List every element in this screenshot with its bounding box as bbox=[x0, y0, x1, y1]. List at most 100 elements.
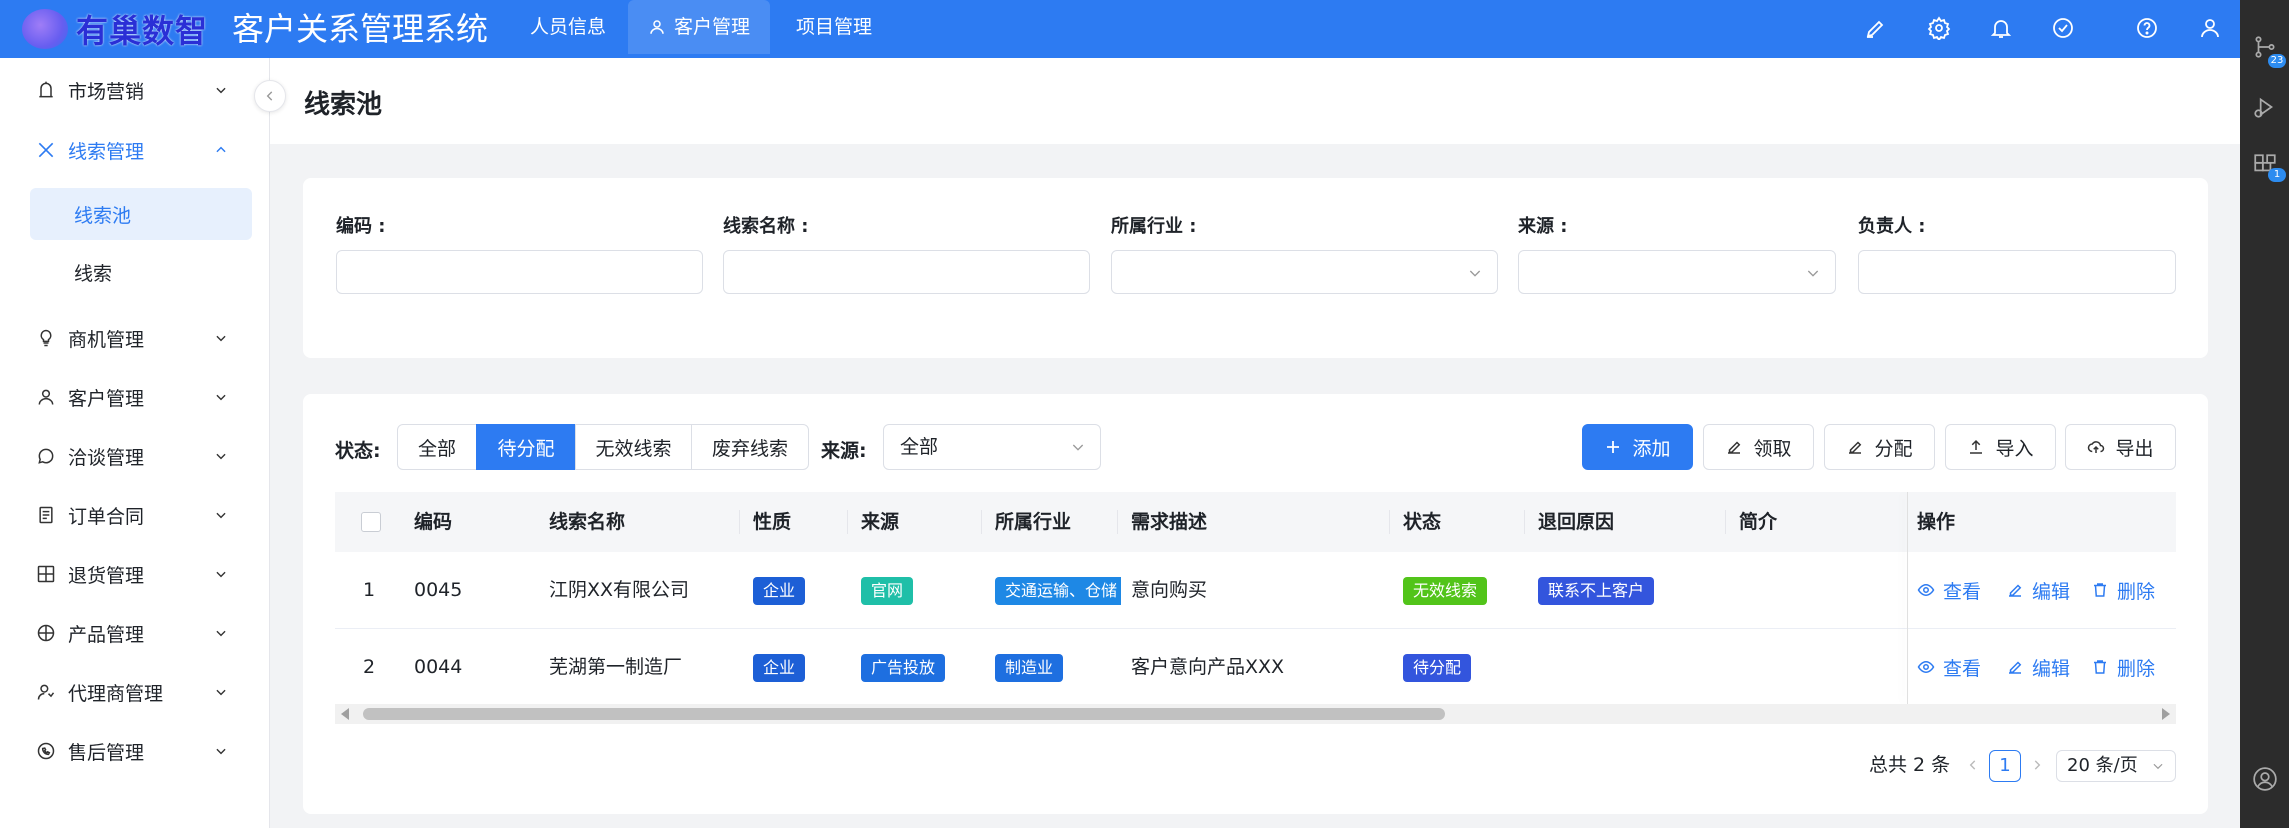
industry-tag: 交通运输、仓储 bbox=[995, 577, 1121, 605]
page-header: 线索池 bbox=[270, 58, 2240, 144]
sidebar-item-label: 洽谈管理 bbox=[68, 446, 145, 469]
owner-input[interactable] bbox=[1858, 250, 2176, 294]
delete-action[interactable]: 删除 bbox=[2091, 629, 2155, 704]
code-input[interactable] bbox=[336, 250, 703, 294]
source-select[interactable] bbox=[1518, 250, 1836, 294]
import-button-label: 导入 bbox=[1995, 437, 2034, 460]
sidebar-item-label: 产品管理 bbox=[68, 623, 145, 646]
nav-project[interactable]: 项目管理 bbox=[776, 0, 892, 54]
page-1-button[interactable]: 1 bbox=[1989, 750, 2021, 782]
marketing-icon bbox=[39, 81, 53, 98]
assign-button-label: 分配 bbox=[1874, 437, 1913, 460]
sidebar-item-label: 售后管理 bbox=[68, 741, 145, 764]
table-row: 2 0044 芜湖第一制造厂 企业 广告投放 制造业 客户意向产品XXX 待分配… bbox=[335, 629, 2176, 704]
sidebar-item-negotiation[interactable]: 洽谈管理 bbox=[0, 428, 270, 484]
edit-icon bbox=[2009, 584, 2022, 597]
source-tag: 官网 bbox=[861, 577, 914, 605]
claim-button[interactable]: 领取 bbox=[1703, 424, 1814, 470]
scroll-right-icon[interactable] bbox=[2162, 708, 2170, 720]
view-action[interactable]: 查看 bbox=[1917, 552, 1981, 628]
delete-label: 删除 bbox=[2117, 657, 2156, 680]
chevron-down-icon bbox=[216, 630, 226, 637]
check-circle-icon[interactable] bbox=[2051, 16, 2075, 40]
status-tag: 待分配 bbox=[1403, 654, 1472, 682]
sidebar-item-opportunity[interactable]: 商机管理 bbox=[0, 310, 270, 366]
status-discarded-tab[interactable]: 废弃线索 bbox=[691, 424, 809, 470]
nav-customer-label: 客户管理 bbox=[674, 16, 751, 38]
sidebar-item-returns[interactable]: 退货管理 bbox=[0, 546, 270, 602]
help-icon[interactable] bbox=[2135, 16, 2159, 40]
scrollbar-thumb[interactable] bbox=[363, 708, 1445, 720]
sidebar-item-customer[interactable]: 客户管理 bbox=[0, 369, 270, 425]
status-invalid-tab[interactable]: 无效线索 bbox=[575, 424, 692, 470]
page-size-value: 20 条/页 bbox=[2067, 755, 2138, 776]
export-button-label: 导出 bbox=[2115, 437, 2154, 460]
lead-table: 编码 线索名称 性质 来源 所属行业 需求描述 状态 退回原因 简介 操作 1 … bbox=[335, 492, 2176, 704]
eye-icon bbox=[1917, 583, 1935, 597]
chevron-left-icon[interactable] bbox=[1966, 758, 1980, 772]
col-divider bbox=[739, 510, 740, 534]
user-icon bbox=[650, 20, 664, 34]
sidebar-item-lead[interactable]: 线索 bbox=[30, 246, 252, 298]
sidebar-item-label: 退货管理 bbox=[68, 564, 145, 587]
edit-action[interactable]: 编辑 bbox=[2006, 629, 2070, 704]
industry-label: 所属行业 : bbox=[1111, 216, 1197, 237]
scroll-left-icon[interactable] bbox=[341, 708, 349, 720]
col-name: 线索名称 bbox=[549, 511, 626, 533]
page-size-select[interactable]: 20 条/页 bbox=[2056, 750, 2176, 782]
sidebar-item-after-sales[interactable]: 售后管理 bbox=[0, 723, 270, 779]
sidebar-collapse-button[interactable] bbox=[254, 80, 286, 112]
edit-icon bbox=[2009, 661, 2022, 674]
user-icon[interactable] bbox=[2198, 16, 2222, 40]
sidebar-item-products[interactable]: 产品管理 bbox=[0, 605, 270, 661]
sidebar-item-lead-pool[interactable]: 线索池 bbox=[30, 188, 252, 240]
logo-mark bbox=[22, 9, 68, 49]
toolbar-source-select[interactable]: 全部 bbox=[883, 424, 1101, 470]
chevron-down-icon bbox=[1072, 444, 1084, 451]
run-debug-icon[interactable] bbox=[2252, 94, 2278, 120]
sidebar-item-label: 线索管理 bbox=[68, 140, 145, 163]
col-industry: 所属行业 bbox=[995, 511, 1072, 533]
edit-icon bbox=[1849, 441, 1862, 454]
delete-action[interactable]: 删除 bbox=[2091, 552, 2155, 628]
add-button[interactable]: 添加 bbox=[1582, 424, 1693, 470]
col-divider bbox=[1524, 510, 1525, 534]
horizontal-scrollbar[interactable] bbox=[335, 704, 2176, 724]
industry-select[interactable] bbox=[1111, 250, 1498, 294]
col-nature: 性质 bbox=[753, 511, 792, 533]
import-button[interactable]: 导入 bbox=[1945, 424, 2056, 470]
edit-label: 编辑 bbox=[2032, 657, 2071, 680]
sidebar-item-leads[interactable]: 线索管理 bbox=[0, 122, 270, 178]
source-label: 来源 : bbox=[1518, 216, 1568, 237]
chevron-right-icon[interactable] bbox=[2030, 758, 2044, 772]
gear-icon[interactable] bbox=[1927, 16, 1951, 40]
right-toolbar: 23 1 bbox=[2240, 0, 2289, 828]
nav-customer[interactable]: 客户管理 bbox=[628, 0, 771, 54]
bell-icon[interactable] bbox=[1989, 16, 2013, 40]
product-icon bbox=[37, 624, 55, 642]
export-button[interactable]: 导出 bbox=[2065, 424, 2176, 470]
view-action[interactable]: 查看 bbox=[1917, 629, 1981, 704]
sidebar-item-orders[interactable]: 订单合同 bbox=[0, 487, 270, 543]
edit-action[interactable]: 编辑 bbox=[2006, 552, 2070, 628]
cloud-upload-icon bbox=[2088, 441, 2105, 453]
assign-button[interactable]: 分配 bbox=[1824, 424, 1935, 470]
brush-icon[interactable] bbox=[1864, 16, 1888, 40]
trash-icon bbox=[2094, 583, 2106, 597]
source-tag: 广告投放 bbox=[861, 654, 946, 682]
add-button-label: 添加 bbox=[1632, 437, 1671, 460]
lead-name-input[interactable] bbox=[723, 250, 1090, 294]
select-all-checkbox[interactable] bbox=[361, 512, 381, 532]
row-name: 芜湖第一制造厂 bbox=[549, 656, 683, 678]
col-intro: 简介 bbox=[1739, 511, 1778, 533]
sidebar-item-marketing[interactable]: 市场营销 bbox=[0, 62, 270, 118]
sidebar-item-agents[interactable]: 代理商管理 bbox=[0, 664, 270, 720]
trash-icon bbox=[2094, 660, 2106, 674]
chevron-down-icon bbox=[216, 87, 226, 94]
account-icon[interactable] bbox=[2252, 766, 2278, 792]
status-pending-tab[interactable]: 待分配 bbox=[476, 424, 576, 470]
app-title: 客户关系管理系统 bbox=[232, 10, 489, 48]
nav-personnel[interactable]: 人员信息 bbox=[510, 0, 626, 54]
nature-tag: 企业 bbox=[753, 577, 806, 605]
status-all-tab[interactable]: 全部 bbox=[397, 424, 477, 470]
